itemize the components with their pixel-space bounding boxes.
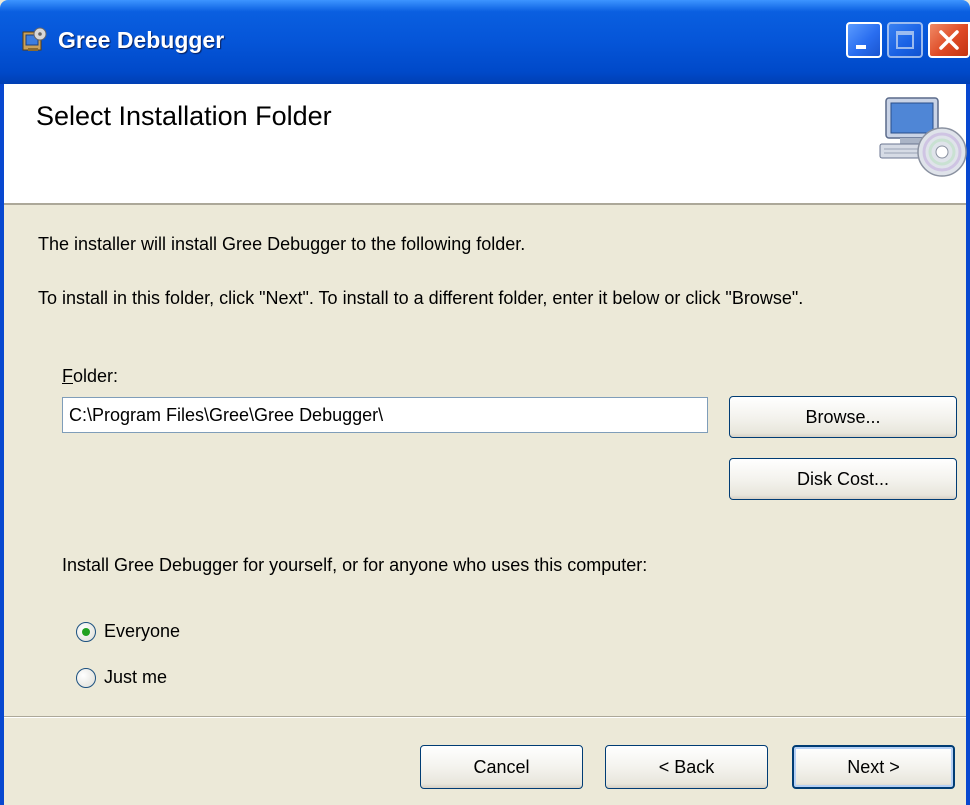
header-banner: Select Installation Folder bbox=[4, 84, 968, 205]
folder-label: Folder: bbox=[62, 366, 118, 387]
footer-divider bbox=[4, 716, 966, 718]
radio-label-everyone: Everyone bbox=[104, 621, 181, 641]
disk-cost-button[interactable]: Disk Cost... bbox=[729, 458, 957, 500]
install-description: The installer will install Gree Debugger… bbox=[38, 234, 526, 254]
installer-icon bbox=[20, 26, 48, 54]
folder-label-access-key: F bbox=[62, 366, 73, 386]
back-button[interactable]: < Back bbox=[605, 745, 768, 789]
window-title: Gree Debugger bbox=[58, 27, 225, 53]
installer-window: Gree Debugger Select Installation Folder bbox=[0, 0, 970, 805]
close-icon bbox=[939, 30, 959, 50]
browse-button[interactable]: Browse... bbox=[729, 396, 957, 438]
window-frame-right bbox=[966, 84, 970, 805]
cancel-button[interactable]: Cancel bbox=[420, 745, 583, 789]
next-button[interactable]: Next > bbox=[792, 745, 955, 789]
minimize-button[interactable] bbox=[846, 22, 882, 58]
install-instructions: To install in this folder, click "Next".… bbox=[38, 288, 804, 308]
maximize-button[interactable] bbox=[887, 22, 923, 58]
folder-path-input[interactable] bbox=[62, 397, 708, 433]
close-button[interactable] bbox=[928, 22, 970, 58]
computer-cd-icon bbox=[878, 94, 968, 184]
page-title: Select Installation Folder bbox=[36, 101, 332, 131]
install-for-prompt: Install Gree Debugger for yourself, or f… bbox=[62, 555, 648, 575]
title-bar[interactable]: Gree Debugger bbox=[0, 0, 970, 84]
radio-button-checked[interactable] bbox=[76, 622, 96, 642]
folder-label-text: older: bbox=[73, 366, 119, 386]
minimize-icon bbox=[856, 45, 866, 49]
radio-button-unchecked[interactable] bbox=[76, 668, 96, 688]
maximize-icon bbox=[896, 31, 914, 49]
radio-selected-dot bbox=[82, 628, 90, 636]
radio-label-just-me: Just me bbox=[104, 667, 168, 687]
